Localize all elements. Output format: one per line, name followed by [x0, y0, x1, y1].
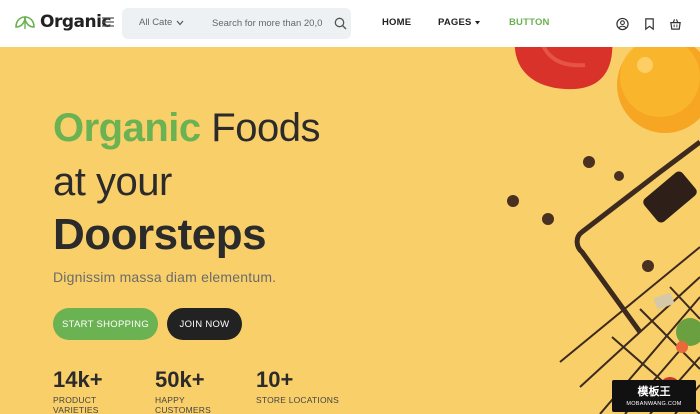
join-now-button[interactable]: JOIN NOW [167, 308, 242, 340]
stat-value: 10+ [256, 367, 294, 392]
search-icon[interactable] [334, 17, 347, 30]
stat-value: 50k+ [155, 367, 205, 392]
leaf-icon [15, 16, 35, 29]
logo[interactable]: Organic [14, 12, 111, 32]
watermark-text: 模板王 [637, 386, 671, 398]
hero-title-accent: Organic [53, 106, 201, 150]
hamburger-menu-icon[interactable] [101, 15, 115, 29]
pepper-shape [514, 47, 613, 90]
hero-title-line-1: Organic Foods [53, 108, 320, 148]
category-select[interactable]: All Categories [139, 17, 184, 28]
nav-pages-label: PAGES [438, 17, 472, 28]
start-shopping-button[interactable]: START SHOPPING [53, 308, 158, 340]
hero-title-line-2: at your [53, 160, 172, 204]
hero-banner: Organic Foods at your Doorsteps Dignissi… [0, 47, 700, 414]
cart-icon[interactable] [669, 17, 682, 31]
nav-pages[interactable]: PAGES [438, 17, 480, 28]
stat-product-varieties: 14k+ PRODUCT VARIETIES [53, 369, 113, 414]
hero-title-line-3: Doorsteps [53, 210, 267, 259]
hero-title-line-1-rest: Foods [200, 106, 320, 150]
watermark-url: MOBANWANG.COM [626, 401, 682, 407]
stat-store-locations: 10+ STORE LOCATIONS [256, 367, 356, 406]
stat-label: HAPPY CUSTOMERS [155, 395, 211, 414]
stat-happy-customers: 50k+ HAPPY CUSTOMERS [155, 369, 220, 414]
nav-home[interactable]: HOME [382, 17, 411, 28]
search-input[interactable] [212, 14, 322, 33]
bookmark-icon[interactable] [643, 17, 656, 31]
page: Organic All Categories HOME PAGES BUTTON [0, 0, 700, 414]
stat-value: 14k+ [53, 367, 103, 392]
site-header: Organic All Categories HOME PAGES BUTTON [0, 0, 700, 47]
nav-button[interactable]: BUTTON [509, 17, 550, 28]
hero-subtitle: Dignissim massa diam elementum. [53, 269, 277, 285]
category-select-value: All Categories [139, 17, 172, 28]
chevron-down-icon [176, 20, 184, 25]
watermark-badge: 模板王 MOBANWANG.COM [612, 380, 696, 412]
caret-down-icon [474, 20, 480, 24]
user-icon[interactable] [616, 17, 629, 31]
stat-label: STORE LOCATIONS [256, 395, 339, 405]
search-bar: All Categories [122, 8, 351, 39]
stat-label: PRODUCT VARIETIES [53, 395, 99, 414]
